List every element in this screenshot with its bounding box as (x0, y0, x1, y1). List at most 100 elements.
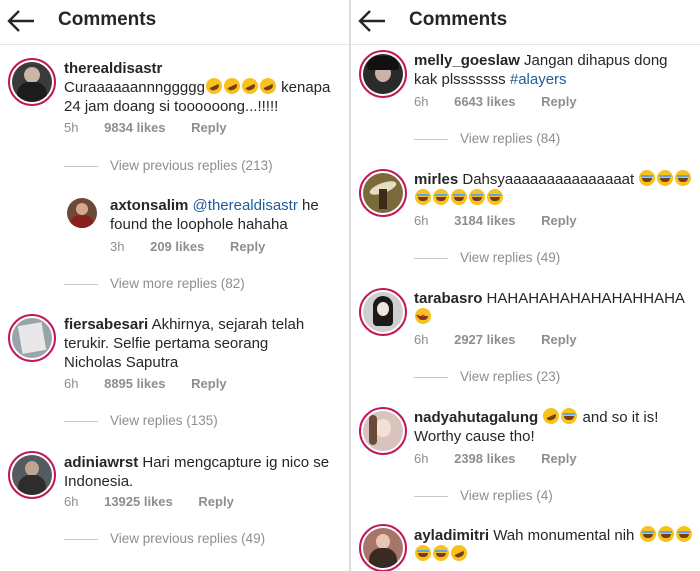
joy-emoji-icon (415, 545, 431, 561)
comment-meta: 5h 9834 likes Reply (64, 120, 249, 135)
back-arrow-icon[interactable] (6, 8, 36, 34)
mention-link[interactable]: @therealdisastr (193, 197, 298, 214)
view-replies-link[interactable]: View replies (84) (414, 131, 560, 146)
joy-emoji-icon (433, 189, 449, 205)
rofl-emoji-icon (448, 542, 470, 564)
joy-emoji-icon (415, 189, 431, 205)
divider-line (414, 138, 448, 140)
divider-line (414, 257, 448, 259)
comments-panel-left: Comments therealdisastr Curaaaaaannngggg… (0, 0, 349, 571)
comment-text: nadyahutagalung and so it is! Worthy cau… (414, 405, 696, 446)
rofl-emoji-icon (257, 75, 279, 97)
page-title: Comments (409, 9, 508, 30)
view-replies-link[interactable]: View previous replies (213) (64, 158, 273, 173)
timestamp: 6h (414, 213, 429, 228)
view-replies-link[interactable]: View more replies (82) (64, 276, 245, 291)
likes-count[interactable]: 2927 likes (454, 332, 515, 347)
username[interactable]: therealdisastr (64, 60, 162, 77)
reply-button[interactable]: Reply (191, 120, 226, 135)
comment-text: axtonsalim @therealdisastr he found the … (110, 197, 319, 233)
joy-emoji-icon (469, 189, 485, 205)
view-replies-link[interactable]: View replies (4) (414, 488, 553, 503)
avatar[interactable] (8, 314, 56, 362)
back-arrow-icon[interactable] (357, 8, 387, 34)
reply-button[interactable]: Reply (198, 494, 233, 509)
avatar[interactable] (359, 524, 407, 571)
rofl-emoji-icon (239, 75, 261, 97)
comment-meta: 3h 209 likes Reply (110, 239, 287, 254)
likes-count[interactable]: 6643 likes (454, 94, 515, 109)
reply-button[interactable]: Reply (191, 376, 226, 391)
joy-emoji-icon (639, 526, 656, 542)
username[interactable]: axtonsalim (110, 197, 188, 214)
likes-count[interactable]: 2398 likes (454, 451, 515, 466)
username[interactable]: tarabasro (414, 290, 482, 307)
avatar[interactable] (359, 288, 407, 336)
view-replies-link[interactable]: View replies (23) (414, 369, 560, 384)
divider-line (414, 376, 448, 378)
avatar[interactable] (359, 407, 407, 455)
timestamp: 6h (64, 376, 79, 391)
divider-line (64, 165, 98, 167)
username[interactable]: ayladimitri (414, 527, 489, 544)
likes-count[interactable]: 13925 likes (104, 494, 173, 509)
reply-button[interactable]: Reply (541, 332, 576, 347)
hashtag-link[interactable]: #alayers (510, 71, 567, 88)
comment-text: therealdisastr Curaaaaaannnggggg kenapa … (64, 60, 331, 115)
avatar[interactable] (67, 198, 97, 228)
username[interactable]: nadyahutagalung (414, 409, 538, 426)
joy-emoji-icon (657, 526, 674, 542)
rofl-emoji-icon (203, 75, 225, 97)
comment-meta: 6h 8895 likes Reply (64, 376, 249, 391)
likes-count[interactable]: 8895 likes (104, 376, 165, 391)
reply-button[interactable]: Reply (541, 213, 576, 228)
joy-emoji-icon (561, 408, 578, 424)
avatar[interactable] (359, 50, 407, 98)
comment-text: fiersabesari Akhirnya, sejarah telah ter… (64, 316, 305, 371)
view-replies-link[interactable]: View replies (135) (64, 413, 218, 428)
joy-emoji-icon (675, 170, 692, 186)
timestamp: 6h (414, 332, 429, 347)
joy-emoji-icon (657, 170, 674, 186)
likes-count[interactable]: 9834 likes (104, 120, 165, 135)
comment-text: melly_goeslaw Jangan dihapus dong kak pl… (414, 52, 668, 88)
reply-button[interactable]: Reply (230, 239, 265, 254)
view-replies-link[interactable]: View previous replies (49) (64, 531, 265, 546)
avatar[interactable] (8, 451, 56, 499)
header: Comments (0, 0, 349, 45)
timestamp: 6h (414, 451, 429, 466)
timestamp: 6h (414, 94, 429, 109)
heart-eyes-emoji-icon (415, 308, 431, 327)
username[interactable]: adiniawrst (64, 454, 138, 471)
timestamp: 6h (64, 494, 79, 509)
avatar[interactable] (8, 58, 56, 106)
rofl-emoji-icon (221, 75, 243, 97)
comment-text: mirles Dahsyaaaaaaaaaaaaaaat (414, 170, 696, 208)
comment-meta: 6h 3184 likes Reply (414, 213, 599, 228)
likes-count[interactable]: 209 likes (150, 239, 204, 254)
view-replies-link[interactable]: View replies (49) (414, 250, 560, 265)
username[interactable]: mirles (414, 171, 458, 188)
likes-count[interactable]: 3184 likes (454, 213, 515, 228)
reply-button[interactable]: Reply (541, 94, 576, 109)
comments-panel-right: Comments melly_goeslaw Jangan dihapus do… (351, 0, 700, 571)
comment-text: adiniawrst Hari mengcapture ig nico se I… (64, 454, 330, 490)
username[interactable]: fiersabesari (64, 316, 148, 333)
reply-button[interactable]: Reply (541, 451, 576, 466)
comment-meta: 6h 2398 likes Reply (414, 451, 599, 466)
comment-text: ayladimitri Wah monumental nih (414, 526, 696, 564)
divider-line (64, 538, 98, 540)
username[interactable]: melly_goeslaw (414, 52, 520, 69)
timestamp: 5h (64, 120, 79, 135)
joy-emoji-icon (451, 189, 467, 205)
rofl-emoji-icon (540, 405, 562, 427)
comment-meta: 6h 2927 likes Reply (414, 332, 599, 347)
page-title: Comments (58, 9, 157, 30)
divider-line (414, 495, 448, 497)
avatar[interactable] (359, 169, 407, 217)
header: Comments (351, 0, 700, 45)
joy-emoji-icon (639, 170, 656, 186)
divider-line (64, 283, 98, 285)
timestamp: 3h (110, 239, 125, 254)
comment-meta: 6h 6643 likes Reply (414, 94, 599, 109)
